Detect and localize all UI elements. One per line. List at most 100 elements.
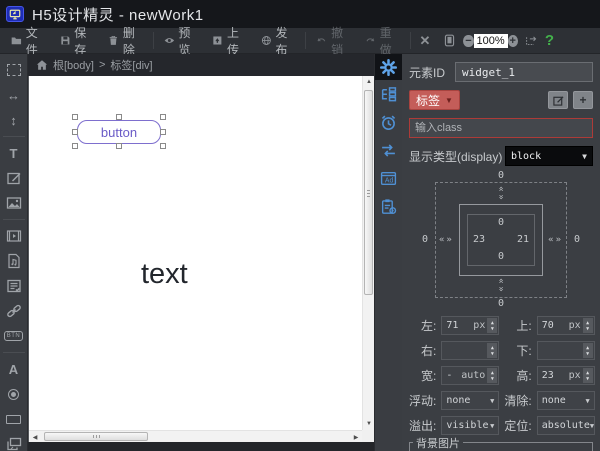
class-input[interactable] bbox=[409, 118, 593, 138]
save-button[interactable]: 保存 bbox=[53, 30, 102, 52]
margin-right-value[interactable]: 0 bbox=[574, 234, 580, 246]
breadcrumb-current[interactable]: 标签[div] bbox=[110, 57, 152, 73]
right-input[interactable]: ▲▼ bbox=[441, 341, 499, 360]
toolbar-separator bbox=[305, 32, 306, 49]
margin-right-stepper[interactable]: «» bbox=[548, 235, 563, 245]
margin-bottom-value[interactable]: 0 bbox=[498, 298, 504, 310]
margin-left-stepper[interactable]: «» bbox=[439, 235, 454, 245]
selection-handle[interactable] bbox=[116, 114, 122, 120]
help-button[interactable]: ? bbox=[545, 32, 554, 49]
text-widget[interactable]: text bbox=[141, 258, 188, 291]
margin-left-value[interactable]: 0 bbox=[422, 234, 428, 246]
selection-handle[interactable] bbox=[116, 143, 122, 149]
selection-icon bbox=[7, 64, 21, 76]
bottom-input[interactable]: ▲▼ bbox=[537, 341, 595, 360]
inner-bottom-value[interactable]: 0 bbox=[498, 251, 504, 263]
text-tool-button[interactable]: T bbox=[2, 141, 26, 165]
selection-handle[interactable] bbox=[160, 143, 166, 149]
edit-class-button[interactable] bbox=[548, 91, 568, 109]
zoom-out-icon[interactable]: − bbox=[463, 35, 473, 47]
vertical-scroll-thumb[interactable] bbox=[364, 90, 373, 295]
inner-top-value[interactable]: 0 bbox=[498, 217, 504, 229]
window-tool-button[interactable] bbox=[2, 432, 26, 451]
selection-handle[interactable] bbox=[160, 129, 166, 135]
tree-list-icon bbox=[380, 86, 397, 103]
scroll-left-icon[interactable]: ◀ bbox=[29, 431, 41, 442]
margin-top-stepper[interactable]: «» bbox=[498, 185, 503, 203]
inner-left-value[interactable]: 23 bbox=[473, 234, 485, 246]
zoom-in-icon[interactable]: + bbox=[508, 35, 518, 47]
height-input[interactable]: 23px ▲▼ bbox=[537, 366, 595, 385]
left-input[interactable]: 71px ▲▼ bbox=[441, 316, 499, 335]
publish-button[interactable]: 发布 bbox=[254, 30, 303, 52]
audio-tool-button[interactable] bbox=[2, 249, 26, 273]
image-tool-button[interactable] bbox=[2, 191, 26, 215]
radio-tool-button[interactable] bbox=[2, 382, 26, 406]
overflow-select[interactable]: visible▼ bbox=[441, 416, 499, 435]
upload-button[interactable]: 上传 bbox=[205, 30, 254, 52]
preview-button[interactable]: 预览 bbox=[157, 30, 206, 52]
vertical-resize-tool-button[interactable]: ↕ bbox=[2, 108, 26, 132]
stepper-icon[interactable]: ▲▼ bbox=[487, 318, 497, 333]
chevron-down-icon: ▼ bbox=[590, 422, 594, 430]
zoom-level[interactable]: 100% bbox=[474, 34, 508, 48]
undo-button[interactable]: 撤销 bbox=[309, 30, 358, 52]
inner-right-value[interactable]: 21 bbox=[517, 234, 529, 246]
horizontal-resize-tool-button[interactable]: ↔ bbox=[2, 83, 26, 107]
breadcrumb-root[interactable]: 根[body] bbox=[53, 57, 94, 73]
stepper-icon[interactable]: ▲▼ bbox=[583, 368, 593, 383]
clear-select[interactable]: none▼ bbox=[537, 391, 595, 410]
stepper-icon[interactable]: ▲▼ bbox=[487, 343, 497, 358]
edit-tool-button[interactable] bbox=[2, 166, 26, 190]
form-tool-button[interactable] bbox=[2, 274, 26, 298]
tab-timer[interactable] bbox=[375, 108, 403, 136]
horizontal-scroll-thumb[interactable] bbox=[44, 432, 148, 441]
position-select[interactable]: absolute▼ bbox=[537, 416, 595, 435]
element-id-input[interactable] bbox=[455, 62, 593, 82]
selection-handle[interactable] bbox=[72, 129, 78, 135]
add-class-button[interactable]: + bbox=[573, 91, 593, 109]
font-tool-button[interactable]: A bbox=[2, 357, 26, 381]
redo-button[interactable]: 重做 bbox=[358, 30, 407, 52]
button-tool-button[interactable]: BTN bbox=[2, 324, 26, 348]
select-tool-button[interactable] bbox=[2, 58, 26, 82]
width-input[interactable]: -auto ▲▼ bbox=[441, 366, 499, 385]
display-select[interactable]: block ▼ bbox=[505, 146, 593, 166]
stepper-icon[interactable]: ▲▼ bbox=[583, 343, 593, 358]
delete-button[interactable]: 删除 bbox=[101, 30, 150, 52]
device-view-button[interactable] bbox=[436, 30, 463, 52]
link-tool-button[interactable] bbox=[2, 299, 26, 323]
selection-handle[interactable] bbox=[160, 114, 166, 120]
top-input[interactable]: 70px ▲▼ bbox=[537, 316, 595, 335]
device-icon bbox=[443, 34, 456, 47]
scroll-up-icon[interactable]: ▲ bbox=[363, 76, 374, 88]
margin-top-value[interactable]: 0 bbox=[498, 170, 504, 182]
tab-ad[interactable]: Ad bbox=[375, 164, 403, 192]
transform-tool-button[interactable] bbox=[518, 30, 545, 52]
float-select[interactable]: none▼ bbox=[441, 391, 499, 410]
height-label: 高: bbox=[504, 367, 531, 384]
video-tool-button[interactable] bbox=[2, 224, 26, 248]
tab-tree[interactable] bbox=[375, 80, 403, 108]
tab-animation[interactable] bbox=[375, 136, 403, 164]
vertical-scrollbar[interactable]: ▲ ▼ bbox=[362, 76, 374, 430]
tab-properties[interactable] bbox=[375, 54, 403, 80]
selection-handle[interactable] bbox=[72, 114, 78, 120]
home-icon bbox=[36, 59, 48, 71]
tag-dropdown-button[interactable]: 标签 ▼ bbox=[409, 90, 460, 110]
scroll-right-icon[interactable]: ▶ bbox=[350, 431, 362, 442]
selection-handle[interactable] bbox=[72, 143, 78, 149]
horizontal-scrollbar[interactable]: ◀ ▶ bbox=[29, 430, 362, 442]
stepper-icon[interactable]: ▲▼ bbox=[487, 368, 497, 383]
design-canvas[interactable]: button text ▲ ▼ bbox=[28, 76, 374, 442]
selected-widget[interactable]: button bbox=[75, 117, 163, 146]
tab-clipboard-settings[interactable] bbox=[375, 192, 403, 220]
scroll-down-icon[interactable]: ▼ bbox=[363, 418, 374, 430]
button-widget[interactable]: button bbox=[77, 120, 161, 144]
textfield-tool-button[interactable] bbox=[2, 407, 26, 431]
close-icon[interactable]: ✕ bbox=[414, 33, 437, 49]
file-button[interactable]: 文件 bbox=[4, 30, 53, 52]
top-label: 上: bbox=[504, 317, 531, 334]
stepper-icon[interactable]: ▲▼ bbox=[583, 318, 593, 333]
margin-bottom-stepper[interactable]: «» bbox=[498, 277, 503, 295]
